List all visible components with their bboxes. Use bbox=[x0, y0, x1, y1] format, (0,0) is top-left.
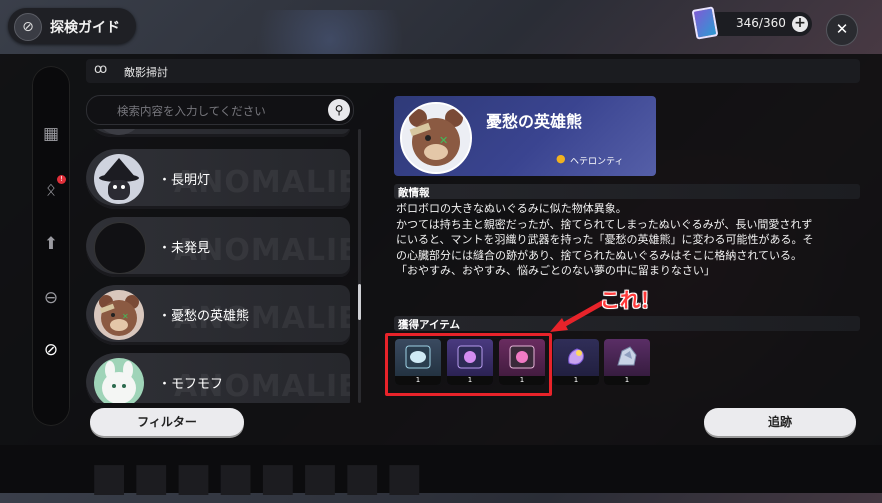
crystal-item-icon bbox=[617, 346, 637, 366]
info-title: 敵情報 bbox=[398, 187, 430, 199]
guide-logo-icon: ⊘ bbox=[14, 13, 42, 41]
description-line: かつては持ち主と親密だったが、捨てられてしまったぬいぐるみが、長い間愛されず bbox=[396, 217, 813, 231]
upgrade-arrow-icon: ⬆ bbox=[43, 234, 59, 254]
description-line: にいると、マントを羽織り武器を持った「憂愁の英雄熊」に変わる可能性がある。そ bbox=[396, 233, 814, 247]
highlight-box bbox=[385, 333, 552, 396]
list-scrollbar[interactable] bbox=[358, 129, 361, 403]
search-icon: ⚲ bbox=[334, 103, 344, 117]
items-title: 獲得アイテム bbox=[398, 319, 460, 331]
list-item-selected[interactable]: ANOMALIES ✕ ・憂愁の英雄熊 bbox=[86, 285, 350, 345]
guide-title-pill: ⊘ 探検ガイド bbox=[8, 8, 136, 44]
infinity-icon: ꝏ bbox=[94, 62, 107, 77]
description-line: ボロボロの大きなぬいぐるみに似た物体異象。 bbox=[396, 202, 627, 215]
enemy-avatar bbox=[94, 129, 144, 135]
background-watermark: ◼◼◼◼◼◼◼◼ bbox=[90, 449, 428, 503]
badge-icon: ⊖ bbox=[43, 288, 59, 308]
enemy-name: ・憂愁の英雄熊 bbox=[158, 309, 250, 324]
annotation-text: これ！ bbox=[600, 288, 660, 312]
section-header: ꝏ 敵影掃討 bbox=[86, 59, 860, 83]
search-button[interactable]: ⚲ bbox=[328, 99, 350, 121]
svg-text:✕: ✕ bbox=[439, 134, 448, 147]
list-item[interactable]: ANOMALIES ・モフモフ bbox=[86, 353, 350, 403]
item-slot[interactable]: 1 bbox=[553, 339, 599, 385]
enemy-avatar: ✕ bbox=[94, 290, 144, 340]
enemy-portrait: ✕ bbox=[400, 102, 472, 174]
rail-item-film[interactable]: ▦ bbox=[39, 122, 63, 146]
item-quantity: 1 bbox=[553, 376, 599, 385]
film-icon: ▦ bbox=[42, 124, 60, 144]
track-button[interactable]: 追跡 bbox=[704, 408, 856, 436]
resource-count: 346/360 bbox=[736, 16, 786, 30]
enemy-hero-card: ✕ 憂愁の英雄熊 ● ヘテロンティ bbox=[394, 96, 656, 176]
enemy-name: ・未発見 bbox=[158, 241, 211, 256]
enemy-name: ・長明灯 bbox=[158, 173, 211, 188]
description-line: の心臓部分には縫合の跡があり、捨てられたぬいぐるみはそこに格納されている。 bbox=[396, 248, 803, 262]
section-title: 敵影掃討 bbox=[124, 66, 168, 79]
enemy-avatar bbox=[94, 358, 144, 403]
list-item[interactable]: ANOMALIES ・未発見 bbox=[86, 217, 350, 277]
crystal-item-icon bbox=[568, 348, 584, 365]
resource-counter: 346/360 + bbox=[691, 6, 812, 40]
enemy-list: ANOMALIES ・長明灯 ANOMALIES ・未発見 ANOMALIES bbox=[86, 129, 352, 403]
enemy-name: ・モフモフ bbox=[158, 377, 224, 392]
rail-item-badge[interactable]: ⊖ bbox=[39, 286, 63, 310]
annotation-arrow-icon bbox=[550, 299, 607, 332]
enemy-guide-icon: ⊘ bbox=[43, 340, 59, 360]
rail-item-runner[interactable]: ᛟ! bbox=[39, 175, 66, 202]
close-button[interactable]: ✕ bbox=[826, 14, 858, 46]
enemy-description: ボロボロの大きなぬいぐるみに似た物体異象。 かつては持ち主と親密だったが、捨てら… bbox=[396, 201, 862, 279]
scrollbar-thumb[interactable] bbox=[358, 284, 361, 320]
page-title: 探検ガイド bbox=[50, 20, 120, 36]
items-header: 獲得アイテム bbox=[394, 316, 860, 331]
description-line: 「おやすみ、おやすみ、悩みごとのない夢の中に留まりなさい」 bbox=[396, 264, 715, 278]
location-pin-icon: ● bbox=[556, 152, 566, 165]
list-item[interactable] bbox=[86, 129, 350, 137]
search-placeholder: 検索内容を入力してください bbox=[117, 104, 266, 118]
item-slot[interactable]: 1 bbox=[604, 339, 650, 385]
filter-button[interactable]: フィルター bbox=[90, 408, 244, 436]
background-strip: ◼◼◼◼◼◼◼◼ bbox=[0, 445, 882, 503]
enemy-location: ヘテロンティ bbox=[570, 157, 624, 167]
enemy-title: 憂愁の英雄熊 bbox=[486, 112, 583, 131]
category-rail: ▦ ᛟ! ⬆ ⊖ ⊘ bbox=[32, 66, 70, 426]
info-header: 敵情報 bbox=[394, 184, 860, 199]
enemy-avatar bbox=[94, 154, 144, 204]
list-item[interactable]: ANOMALIES ・長明灯 bbox=[86, 149, 350, 209]
card-resource-icon bbox=[691, 6, 719, 40]
alert-badge: ! bbox=[57, 175, 66, 184]
item-quantity: 1 bbox=[604, 376, 650, 385]
rail-item-enemy[interactable]: ⊘ bbox=[39, 338, 63, 362]
close-icon: ✕ bbox=[835, 20, 849, 38]
runner-icon: ᛟ bbox=[45, 180, 57, 200]
svg-text:✕: ✕ bbox=[122, 312, 129, 321]
unknown-avatar bbox=[94, 222, 146, 274]
search-input[interactable]: 検索内容を入力してください ⚲ bbox=[86, 95, 354, 125]
rail-item-arrow[interactable]: ⬆ bbox=[39, 232, 63, 256]
add-resource-button[interactable]: + bbox=[792, 16, 808, 32]
